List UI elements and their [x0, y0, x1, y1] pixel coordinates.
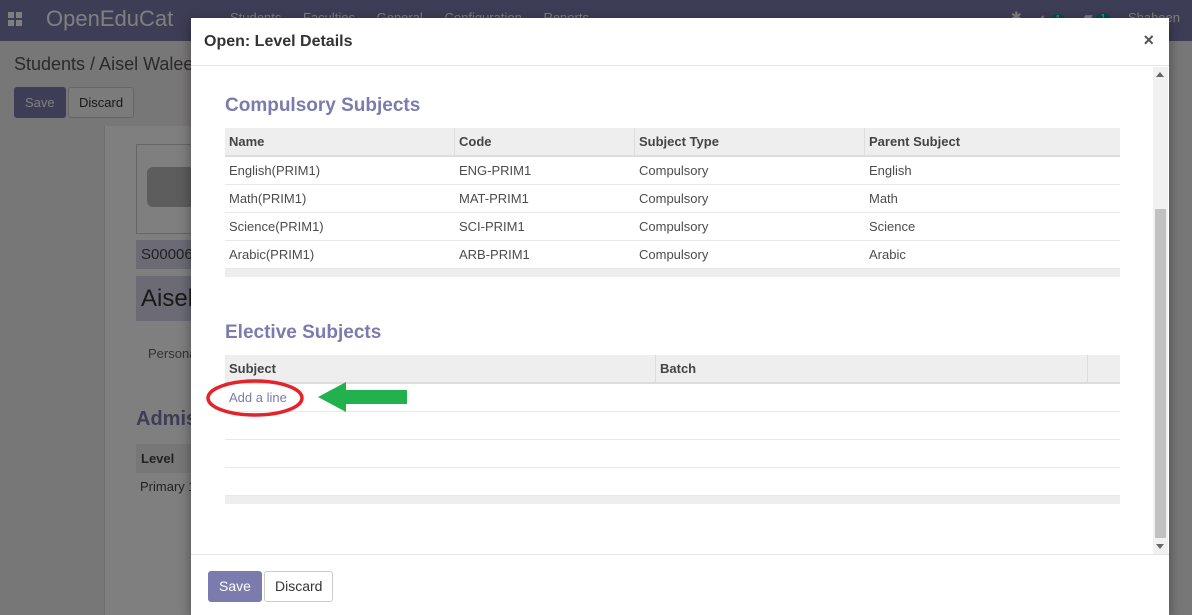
cell-parent-subject: English [869, 163, 912, 178]
dialog-body: Compulsory Subjects Name Code Subject Ty… [191, 67, 1169, 554]
add-line-row: Add a line [225, 384, 1120, 412]
column-header-batch[interactable]: Batch [656, 355, 1088, 382]
table-row[interactable]: Math(PRIM1) MAT-PRIM1 Compulsory Math [225, 185, 1120, 213]
column-header-name[interactable]: Name [225, 128, 455, 155]
cell-parent-subject: Science [869, 219, 916, 234]
empty-row [225, 412, 1120, 440]
cell-code: ARB-PRIM1 [459, 247, 530, 262]
column-header-actions [1088, 355, 1120, 382]
table-header: Subject Batch [225, 355, 1120, 384]
table-row[interactable]: Science(PRIM1) SCI-PRIM1 Compulsory Scie… [225, 213, 1120, 241]
dialog-title: Open: Level Details [204, 33, 353, 50]
level-details-dialog: Open: Level Details × Compulsory Subject… [191, 18, 1169, 615]
cell-code: MAT-PRIM1 [459, 191, 529, 206]
cell-parent-subject: Arabic [869, 247, 906, 262]
cell-name: Math(PRIM1) [229, 191, 307, 206]
column-header-subject[interactable]: Subject [225, 355, 656, 382]
cell-subject-type: Compulsory [639, 247, 709, 262]
table-row[interactable]: Arabic(PRIM1) ARB-PRIM1 Compulsory Arabi… [225, 241, 1120, 269]
cell-code: SCI-PRIM1 [459, 219, 525, 234]
scroll-up-arrow-icon[interactable] [1156, 72, 1164, 77]
cell-parent-subject: Math [869, 191, 898, 206]
cell-name: Science(PRIM1) [229, 219, 324, 234]
scrollbar-thumb[interactable] [1155, 209, 1166, 538]
dialog-header: Open: Level Details × [191, 18, 1169, 66]
cell-subject-type: Compulsory [639, 219, 709, 234]
dialog-footer: Save Discard [191, 554, 1169, 615]
compulsory-subjects-table: Name Code Subject Type Parent Subject En… [225, 128, 1120, 277]
cell-subject-type: Compulsory [639, 191, 709, 206]
table-footer [225, 496, 1120, 504]
compulsory-subjects-title: Compulsory Subjects [225, 95, 421, 116]
elective-subjects-table: Subject Batch Add a line [225, 355, 1120, 504]
cell-code: ENG-PRIM1 [459, 163, 532, 178]
empty-row [225, 440, 1120, 468]
scroll-down-arrow-icon[interactable] [1156, 544, 1164, 549]
table-header: Name Code Subject Type Parent Subject [225, 128, 1120, 157]
cell-subject-type: Compulsory [639, 163, 709, 178]
table-footer [225, 269, 1120, 277]
empty-row [225, 468, 1120, 496]
dialog-scrollbar[interactable] [1153, 67, 1168, 554]
cell-name: Arabic(PRIM1) [229, 247, 315, 262]
table-row[interactable]: English(PRIM1) ENG-PRIM1 Compulsory Engl… [225, 157, 1120, 185]
column-header-code[interactable]: Code [455, 128, 635, 155]
column-header-subject-type[interactable]: Subject Type [635, 128, 865, 155]
discard-button[interactable]: Discard [264, 571, 334, 602]
add-a-line-link[interactable]: Add a line [225, 384, 287, 411]
column-header-parent-subject[interactable]: Parent Subject [865, 128, 1120, 155]
close-icon[interactable]: × [1143, 30, 1154, 51]
cell-name: English(PRIM1) [229, 163, 321, 178]
save-button[interactable]: Save [208, 571, 262, 602]
elective-subjects-title: Elective Subjects [225, 322, 382, 343]
